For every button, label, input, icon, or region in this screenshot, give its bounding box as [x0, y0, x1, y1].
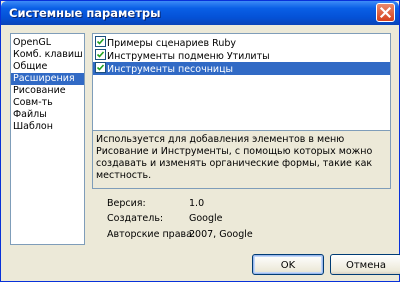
- category-list: OpenGL Комб. клавиш Общие Расширения Рис…: [10, 33, 85, 245]
- copyright-label: Авторские права:: [107, 229, 196, 240]
- sidebar-item-shortcuts[interactable]: Комб. клавиш: [11, 49, 84, 61]
- sidebar-item-opengl[interactable]: OpenGL: [11, 37, 84, 49]
- extension-description: Используется для добавления элементов в …: [92, 131, 391, 189]
- sidebar-item-extensions[interactable]: Расширения: [11, 73, 84, 85]
- creator-label: Создатель:: [107, 213, 164, 224]
- extension-checkbox[interactable]: [95, 36, 106, 47]
- extension-label: Инструменты песочницы: [107, 64, 234, 75]
- extension-label: Примеры сценариев Ruby: [107, 38, 236, 49]
- checkmark-icon: [96, 38, 105, 45]
- extension-checkbox[interactable]: [95, 62, 106, 73]
- extension-row[interactable]: Примеры сценариев Ruby: [93, 36, 390, 49]
- title-bar[interactable]: Системные параметры: [1, 1, 399, 25]
- sidebar-item-general[interactable]: Общие: [11, 61, 84, 73]
- version-value: 1.0: [189, 198, 205, 209]
- sidebar-item-compatibility[interactable]: Совм-ть: [11, 97, 84, 109]
- sidebar-item-template[interactable]: Шаблон: [11, 121, 84, 133]
- extension-row-selected[interactable]: Инструменты песочницы: [93, 62, 390, 75]
- copyright-value: 2007, Google: [189, 229, 253, 240]
- dialog-title: Системные параметры: [9, 6, 161, 20]
- extensions-list: Примеры сценариев Ruby Инструменты подме…: [92, 33, 391, 131]
- extension-row[interactable]: Инструменты подменю Утилиты: [93, 49, 390, 62]
- sidebar-item-drawing[interactable]: Рисование: [11, 85, 84, 97]
- sidebar-item-files[interactable]: Файлы: [11, 109, 84, 121]
- version-label: Версия:: [107, 198, 146, 209]
- dialog-body: OpenGL Комб. клавиш Общие Расширения Рис…: [4, 25, 400, 278]
- close-button[interactable]: [376, 3, 395, 22]
- close-icon: [379, 6, 392, 19]
- system-settings-dialog: Системные параметры OpenGL Комб. клавиш …: [0, 0, 400, 282]
- ok-button[interactable]: OK: [252, 254, 324, 275]
- checkmark-icon: [96, 51, 105, 58]
- creator-value: Google: [189, 213, 223, 224]
- extension-checkbox[interactable]: [95, 49, 106, 60]
- checkmark-icon: [96, 64, 105, 71]
- cancel-button[interactable]: Отмена: [330, 254, 400, 275]
- extension-label: Инструменты подменю Утилиты: [107, 51, 270, 62]
